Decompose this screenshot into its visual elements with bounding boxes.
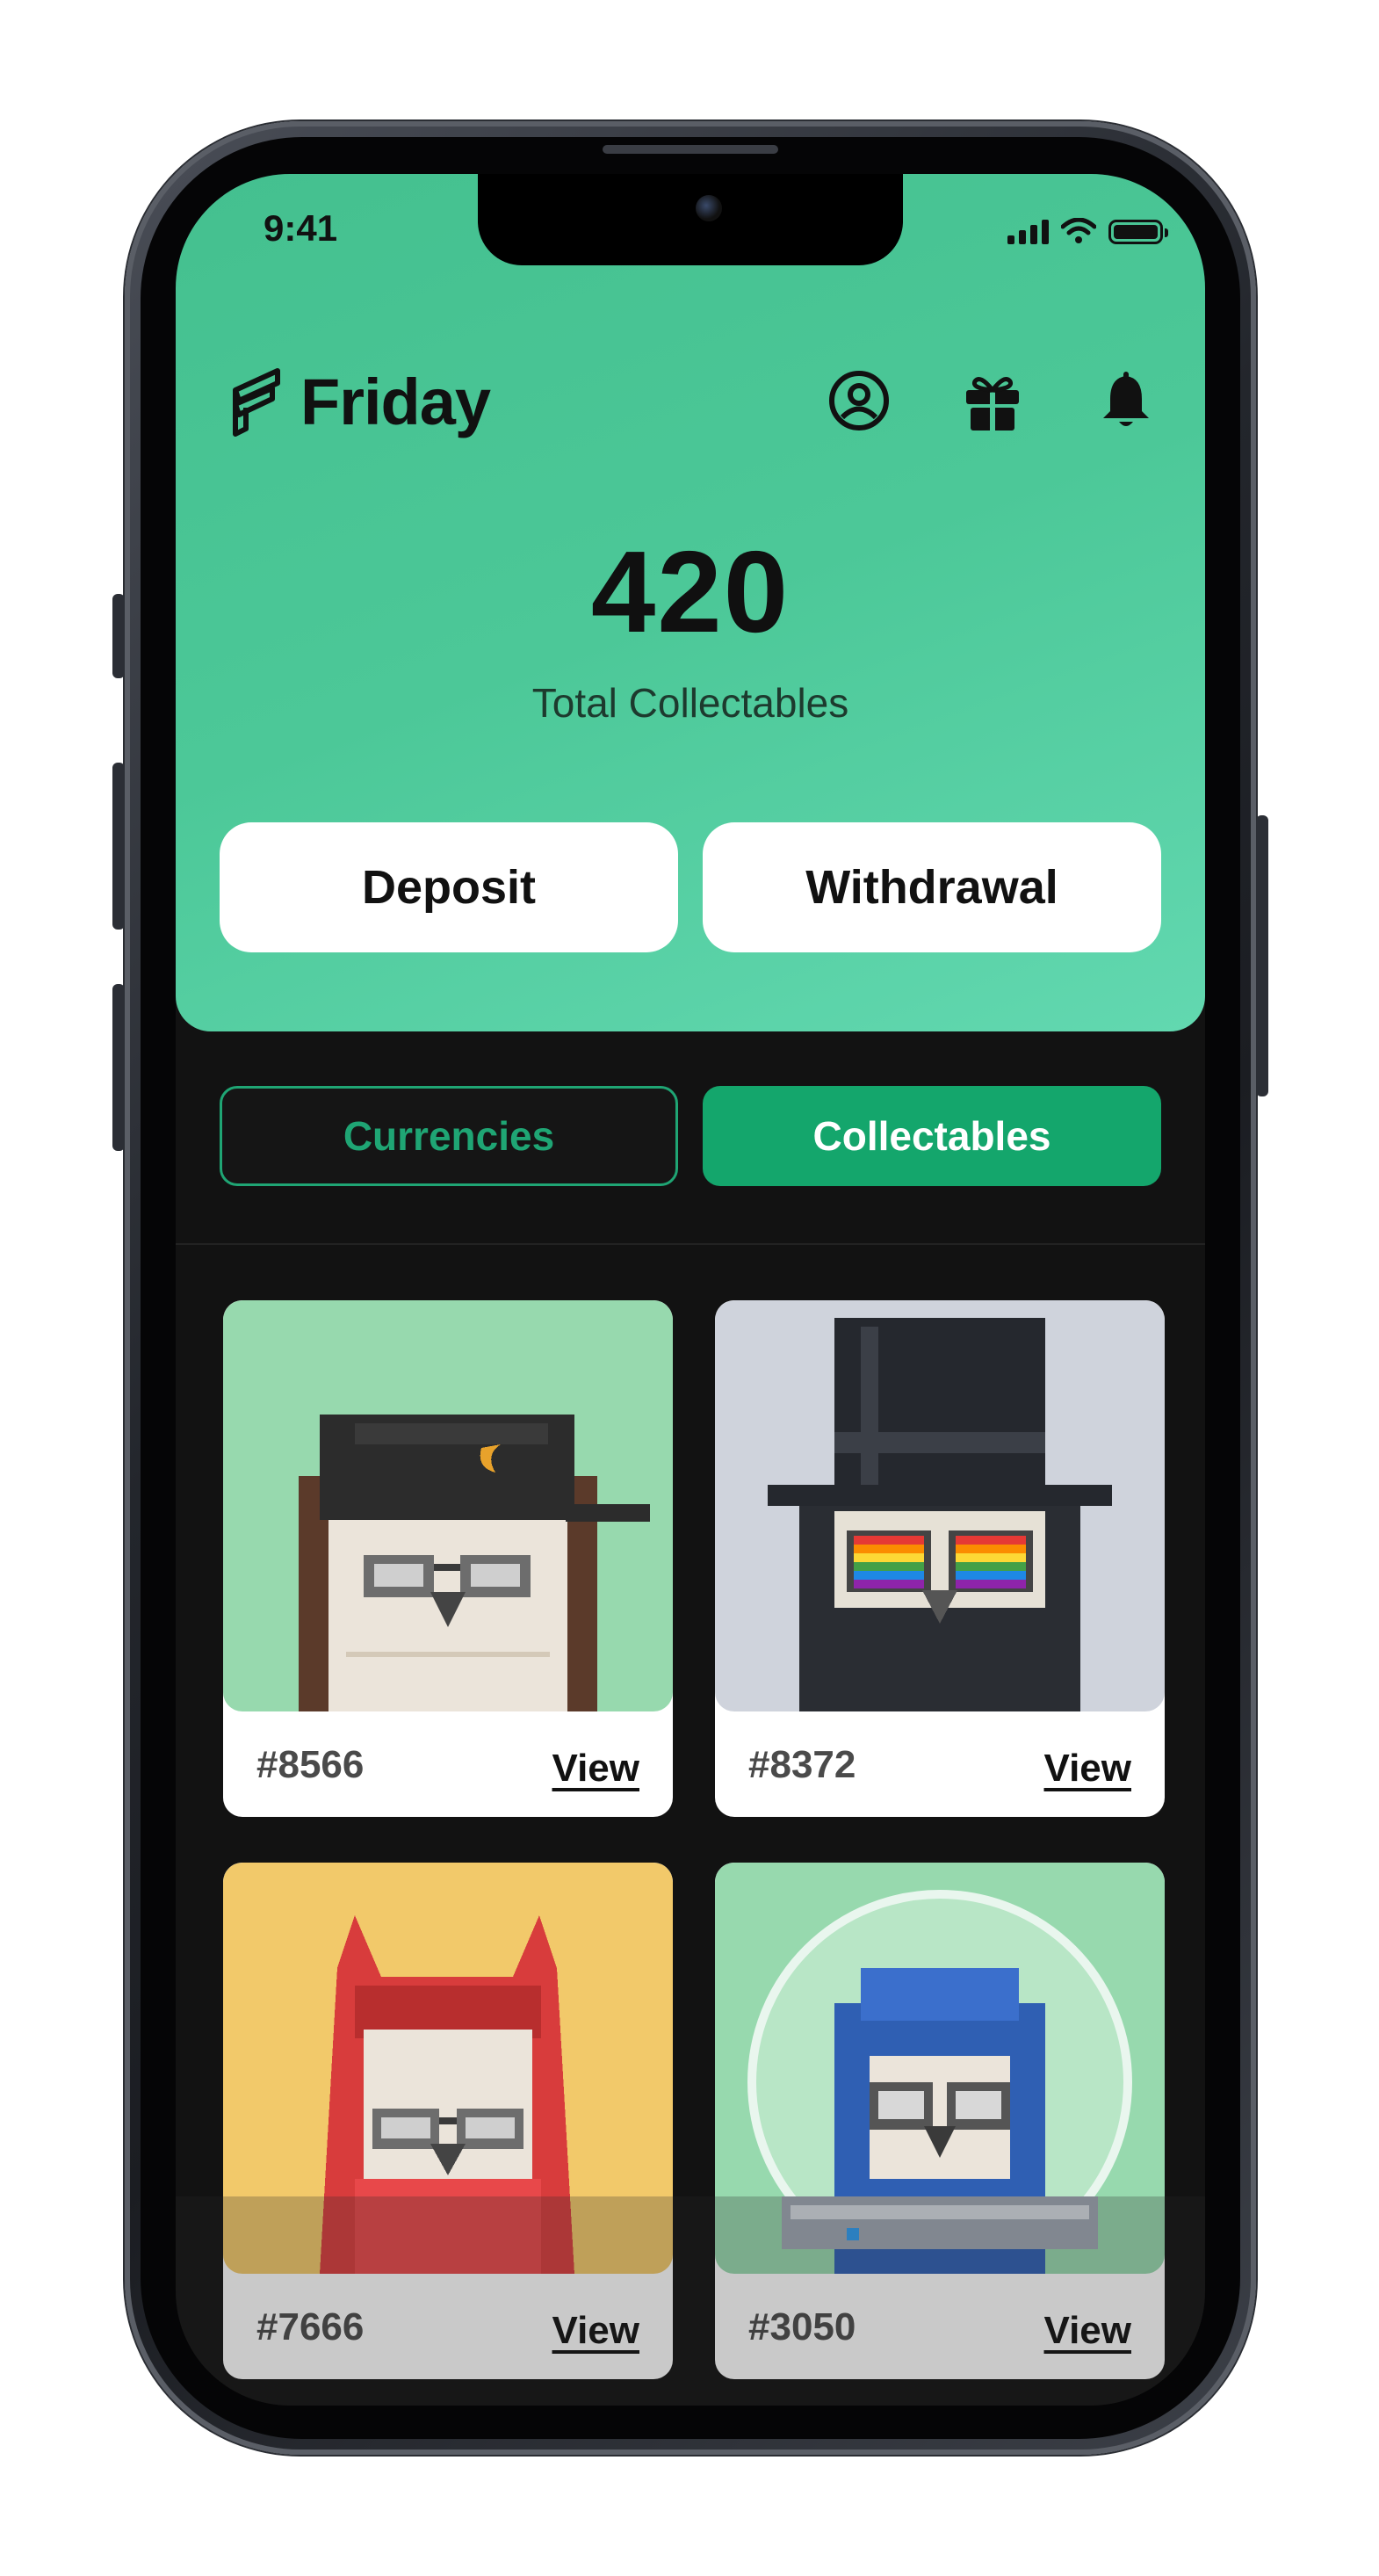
friday-logo-icon — [233, 368, 280, 437]
view-link[interactable]: View — [552, 2309, 639, 2353]
collectable-id: #8372 — [748, 1743, 856, 1786]
cellular-signal-icon — [1007, 220, 1049, 244]
volume-up-button — [112, 763, 125, 930]
wifi-icon — [1061, 218, 1096, 243]
collectable-card[interactable]: #7666 View — [223, 1863, 673, 2379]
notch — [478, 174, 903, 265]
deposit-button[interactable]: Deposit — [220, 822, 678, 952]
collectable-id: #7666 — [256, 2305, 365, 2348]
view-link[interactable]: View — [1044, 2309, 1131, 2353]
collectable-image — [715, 1863, 1165, 2274]
collectable-card[interactable]: #8372 View — [715, 1300, 1165, 1817]
collectable-image — [715, 1300, 1165, 1711]
header-actions — [827, 369, 1158, 432]
section-divider — [176, 1243, 1205, 1245]
camera-icon — [696, 195, 722, 221]
collectable-card[interactable]: #3050 View — [715, 1863, 1165, 2379]
hero-panel: 9:41 Friday 420 Total Collectables Depos… — [176, 174, 1205, 1031]
power-button — [1256, 815, 1268, 1096]
gift-icon[interactable] — [961, 369, 1024, 432]
speaker-slot — [603, 145, 778, 154]
silent-switch — [112, 594, 125, 678]
profile-icon[interactable] — [827, 369, 891, 432]
collectable-card[interactable]: #8566 View — [223, 1300, 673, 1817]
collectable-id: #3050 — [748, 2305, 856, 2348]
view-link[interactable]: View — [1044, 1747, 1131, 1791]
brand-name: Friday — [300, 365, 491, 438]
brand: Friday — [227, 364, 491, 439]
total-collectables-label: Total Collectables — [531, 680, 849, 726]
tab-currencies[interactable]: Currencies — [220, 1086, 678, 1186]
status-time: 9:41 — [264, 207, 338, 249]
collectable-id: #8566 — [256, 1743, 365, 1786]
bell-icon[interactable] — [1094, 369, 1158, 432]
collectable-image — [223, 1300, 673, 1711]
total-collectables-count: 420 — [590, 527, 791, 656]
status-icons — [1007, 218, 1168, 244]
withdrawal-button[interactable]: Withdrawal — [703, 822, 1161, 952]
tab-collectables[interactable]: Collectables — [703, 1086, 1161, 1186]
app-screen: 9:41 Friday 420 Total Collectables Depos… — [176, 174, 1205, 2406]
battery-icon — [1108, 220, 1168, 244]
view-link[interactable]: View — [552, 1747, 639, 1791]
volume-down-button — [112, 984, 125, 1151]
collectable-image — [223, 1863, 673, 2274]
